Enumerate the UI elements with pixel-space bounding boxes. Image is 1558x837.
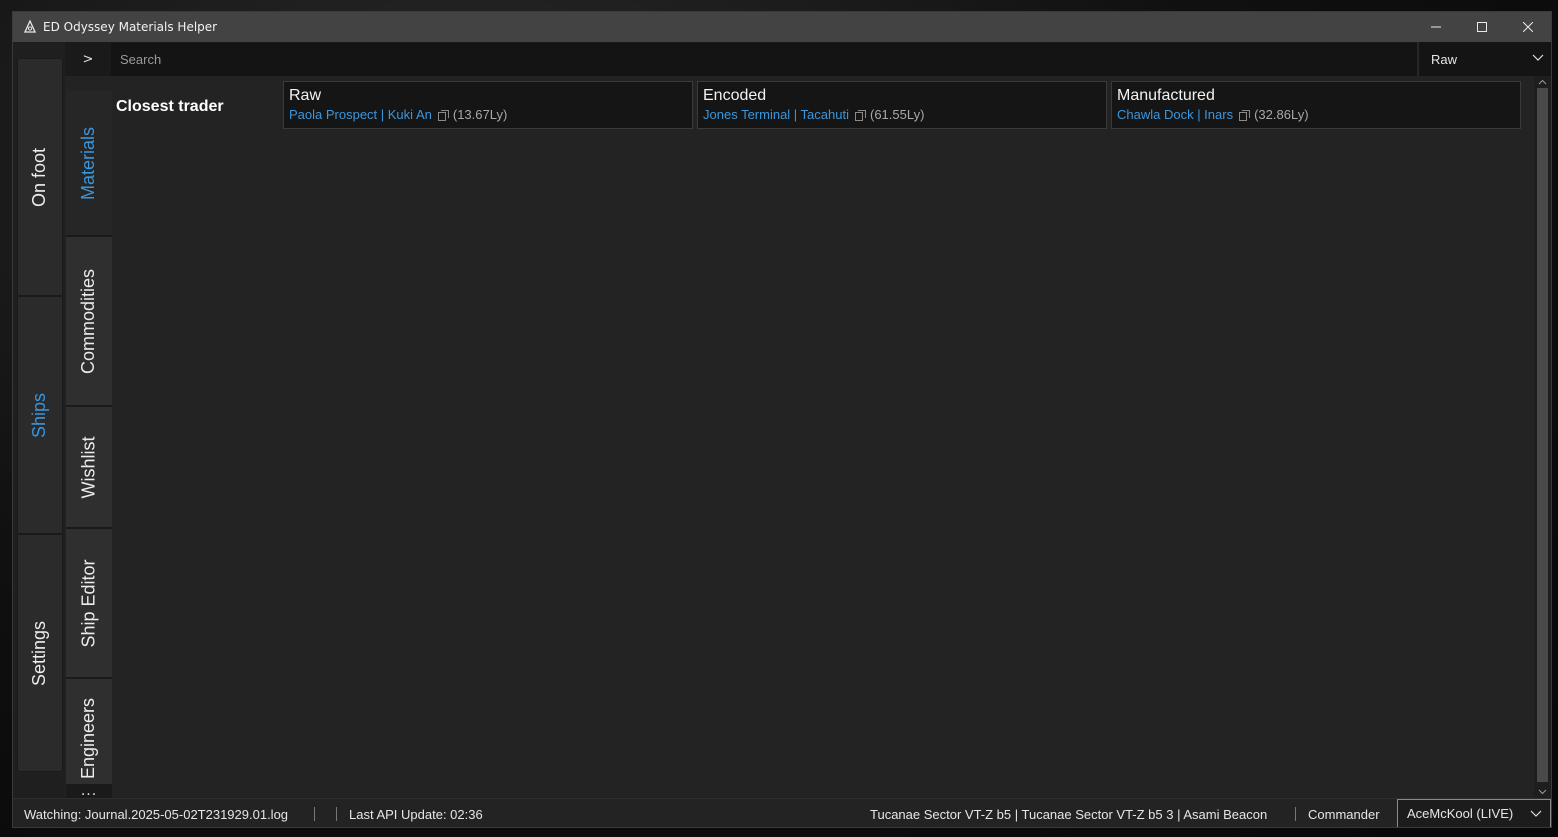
tab-materials-label: Materials <box>78 126 99 200</box>
tab-on-foot-label: On foot <box>29 147 50 207</box>
category-filter-select[interactable]: Raw <box>1418 42 1551 76</box>
status-bar: Watching: Journal.2025-05-02T231929.01.l… <box>13 798 1551 827</box>
maximize-button[interactable] <box>1459 12 1505 42</box>
tab-ships[interactable]: Ships <box>17 296 63 534</box>
tab-engineers-label: Engineers <box>78 697 99 779</box>
chevron-down-icon <box>1530 810 1542 817</box>
tab-commodities[interactable]: Commodities <box>66 237 112 407</box>
minimize-button[interactable] <box>1413 12 1459 42</box>
scrollbar-thumb[interactable] <box>1537 88 1548 782</box>
app-window: ED Odyssey Materials Helper On foot Ship… <box>12 11 1552 828</box>
category-filter-value: Raw <box>1431 51 1458 67</box>
trader-category: Encoded <box>703 87 767 104</box>
trader-location-link[interactable]: Jones Terminal | Tacahuti <box>703 106 849 124</box>
commander-value: AceMcKool (LIVE) <box>1407 806 1514 821</box>
commander-select[interactable]: AceMcKool (LIVE) <box>1397 799 1551 827</box>
last-api-update-text: Last API Update: 02:36 <box>349 806 483 822</box>
trader-location-link[interactable]: Paola Prospect | Kuki An <box>289 106 432 124</box>
scroll-up-icon[interactable] <box>1538 78 1547 87</box>
trader-distance: (61.55Ly) <box>869 107 925 122</box>
vertical-scrollbar[interactable] <box>1534 76 1551 798</box>
trader-distance: (13.67Ly) <box>452 107 508 122</box>
search-input[interactable]: Search <box>111 42 1417 76</box>
watching-journal-text: Watching: Journal.2025-05-02T231929.01.l… <box>24 806 289 822</box>
tab-ships-label: Ships <box>29 392 50 438</box>
close-icon <box>1523 22 1533 32</box>
tab-settings-label: Settings <box>29 620 50 686</box>
tab-ship-editor[interactable]: Ship Editor <box>66 529 112 679</box>
close-button[interactable] <box>1505 12 1551 42</box>
copy-icon[interactable] <box>1239 109 1251 121</box>
trader-card-manufactured: Manufactured Chawla Dock | Inars (32.86L… <box>1111 81 1521 129</box>
trader-category: Manufactured <box>1117 87 1215 104</box>
copy-icon[interactable] <box>854 109 866 121</box>
scroll-down-icon[interactable] <box>1538 787 1547 796</box>
tab-commodities-label: Commodities <box>78 268 99 374</box>
minimize-icon <box>1431 26 1441 28</box>
status-divider <box>336 807 337 821</box>
tab-wishlist[interactable]: Wishlist <box>66 407 112 529</box>
search-placeholder: Search <box>120 52 162 67</box>
more-tabs-button[interactable]: ... <box>66 784 112 798</box>
trader-distance: (32.86Ly) <box>1254 107 1309 122</box>
main-nav-rail: On foot Ships Settings <box>13 42 65 798</box>
tab-materials[interactable]: Materials <box>66 91 112 237</box>
tab-engineers[interactable]: Engineers <box>66 679 112 784</box>
sub-nav-rail: Materials Commodities Wishlist Ship Edit… <box>66 91 112 784</box>
trader-category: Raw <box>289 87 322 104</box>
expand-toggle-button[interactable]: > <box>65 42 111 76</box>
status-divider <box>314 807 315 821</box>
maximize-icon <box>1477 22 1487 32</box>
chevron-down-icon <box>1532 54 1544 61</box>
tab-settings[interactable]: Settings <box>17 534 63 772</box>
copy-icon[interactable] <box>437 109 449 121</box>
title-bar[interactable]: ED Odyssey Materials Helper <box>13 12 1551 42</box>
closest-trader-label: Closest trader <box>116 98 224 115</box>
trader-card-encoded: Encoded Jones Terminal | Tacahuti (61.55… <box>697 81 1107 129</box>
app-logo-icon <box>23 20 37 33</box>
commander-label: Commander <box>1308 806 1380 822</box>
tab-on-foot[interactable]: On foot <box>17 58 63 296</box>
status-divider <box>1295 807 1296 821</box>
trader-card-raw: Raw Paola Prospect | Kuki An (13.67Ly) <box>283 81 693 129</box>
window-controls <box>1413 12 1551 42</box>
current-location-text: Tucanae Sector VT-Z b5 | Tucanae Sector … <box>870 806 1268 822</box>
window-title: ED Odyssey Materials Helper <box>43 20 218 34</box>
trader-location-link[interactable]: Chawla Dock | Inars <box>1117 106 1233 124</box>
tab-ship-editor-label: Ship Editor <box>78 558 99 648</box>
tab-wishlist-label: Wishlist <box>78 436 99 498</box>
